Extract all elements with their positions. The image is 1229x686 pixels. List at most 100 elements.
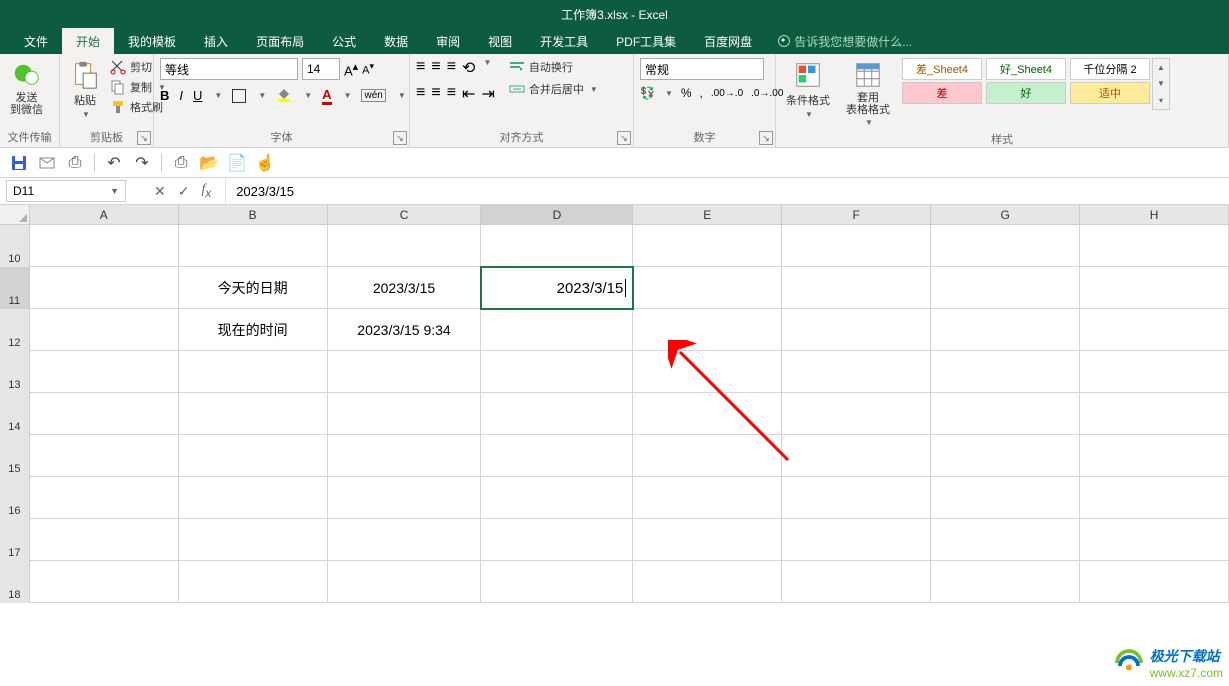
cell[interactable] (1080, 225, 1229, 267)
cell-style-chip[interactable]: 适中 (1070, 82, 1150, 104)
percent-button[interactable]: % (681, 86, 692, 100)
undo-button[interactable]: ↶ (105, 154, 123, 172)
cell[interactable] (179, 477, 328, 519)
tab-我的模板[interactable]: 我的模板 (114, 28, 190, 55)
cell[interactable] (30, 225, 179, 267)
cell[interactable] (481, 435, 633, 477)
increase-decimal-button[interactable]: .00→.0 (711, 88, 743, 99)
cell[interactable] (931, 225, 1080, 267)
row-header[interactable]: 13 (0, 351, 30, 393)
save-button[interactable] (10, 154, 28, 172)
cell[interactable] (633, 435, 782, 477)
cell[interactable]: 今天的日期 (179, 267, 328, 309)
email-button[interactable] (38, 154, 56, 172)
increase-indent-button[interactable]: ⇥ (481, 84, 494, 104)
cell[interactable] (30, 309, 179, 351)
cell[interactable] (1080, 267, 1229, 309)
cell[interactable]: 现在的时间 (179, 309, 328, 351)
underline-button[interactable]: U (193, 88, 202, 103)
cell[interactable] (328, 351, 482, 393)
row-header[interactable]: 16 (0, 477, 30, 519)
font-launcher[interactable]: ↘ (393, 131, 407, 145)
cell[interactable] (481, 561, 633, 603)
row-header[interactable]: 10 (0, 225, 30, 267)
cell[interactable] (782, 309, 931, 351)
tab-页面布局[interactable]: 页面布局 (242, 28, 318, 55)
column-header[interactable]: H (1080, 205, 1229, 224)
cell[interactable]: 2023/3/15 (481, 267, 633, 309)
tab-PDF工具集[interactable]: PDF工具集 (602, 28, 690, 55)
tab-审阅[interactable]: 审阅 (422, 28, 474, 55)
spreadsheet-grid[interactable]: ABCDEFGH 1011今天的日期2023/3/152023/3/1512现在… (0, 205, 1229, 603)
tab-视图[interactable]: 视图 (474, 28, 526, 55)
cell[interactable] (782, 477, 931, 519)
cell[interactable] (931, 309, 1080, 351)
cell[interactable] (328, 225, 482, 267)
row-header[interactable]: 11 (0, 267, 30, 309)
cell[interactable] (1080, 477, 1229, 519)
cell[interactable] (931, 519, 1080, 561)
cell[interactable] (328, 393, 482, 435)
cell[interactable] (179, 519, 328, 561)
cell[interactable] (931, 435, 1080, 477)
cell[interactable] (30, 351, 179, 393)
decrease-font-button[interactable]: A▾ (362, 61, 374, 77)
font-name-combo[interactable] (160, 58, 298, 80)
enter-button[interactable]: ✓ (178, 183, 190, 200)
cell[interactable] (931, 393, 1080, 435)
cell[interactable] (931, 351, 1080, 393)
cell[interactable] (30, 393, 179, 435)
cell[interactable] (633, 309, 782, 351)
send-to-wechat-button[interactable]: 发送 到微信 (6, 58, 47, 118)
cell[interactable] (782, 393, 931, 435)
cell[interactable] (633, 561, 782, 603)
redo-button[interactable]: ↷ (133, 154, 151, 172)
cell[interactable] (782, 351, 931, 393)
cell[interactable] (179, 393, 328, 435)
name-box[interactable]: D11 ▼ (6, 180, 126, 202)
cell[interactable] (931, 477, 1080, 519)
table-format-button[interactable]: 套用 表格格式▼ (842, 58, 894, 129)
cell[interactable] (1080, 351, 1229, 393)
fill-color-button[interactable] (276, 86, 292, 105)
formula-input[interactable] (226, 178, 1229, 204)
cell[interactable] (481, 225, 633, 267)
bold-button[interactable]: B (160, 88, 169, 103)
italic-button[interactable]: I (179, 88, 183, 103)
cell[interactable] (481, 351, 633, 393)
cell[interactable] (633, 477, 782, 519)
cell[interactable] (179, 435, 328, 477)
tab-公式[interactable]: 公式 (318, 28, 370, 55)
cell[interactable] (179, 561, 328, 603)
cell[interactable] (633, 519, 782, 561)
new-button[interactable]: 📄 (228, 154, 246, 172)
cell[interactable] (1080, 561, 1229, 603)
row-header[interactable]: 14 (0, 393, 30, 435)
cell[interactable] (30, 519, 179, 561)
cell[interactable] (481, 477, 633, 519)
quick-print-button[interactable]: ⎙ (66, 154, 84, 172)
align-launcher[interactable]: ↘ (617, 131, 631, 145)
cell[interactable] (30, 561, 179, 603)
increase-font-button[interactable]: A▴ (344, 60, 358, 78)
orientation-button[interactable]: ⟲ (462, 58, 475, 78)
cell[interactable] (782, 561, 931, 603)
cell[interactable]: 2023/3/15 9:34 (328, 309, 482, 351)
cell[interactable] (1080, 519, 1229, 561)
column-header[interactable]: B (179, 205, 328, 224)
cell[interactable] (481, 309, 633, 351)
cell-style-chip[interactable]: 差_Sheet4 (902, 58, 982, 80)
paste-button[interactable]: 粘贴▼ (66, 58, 104, 121)
cell[interactable] (328, 561, 482, 603)
cell[interactable] (1080, 435, 1229, 477)
tab-数据[interactable]: 数据 (370, 28, 422, 55)
tab-文件[interactable]: 文件 (10, 28, 62, 55)
cell[interactable] (633, 393, 782, 435)
row-header[interactable]: 17 (0, 519, 30, 561)
insert-function-button[interactable]: fx (201, 182, 211, 200)
print-preview-button[interactable]: ⎙ (172, 154, 190, 172)
font-size-combo[interactable] (302, 58, 340, 80)
cell[interactable] (481, 393, 633, 435)
cell-style-chip[interactable]: 差 (902, 82, 982, 104)
tell-me-search[interactable]: 告诉我您想要做什么... (778, 33, 912, 50)
